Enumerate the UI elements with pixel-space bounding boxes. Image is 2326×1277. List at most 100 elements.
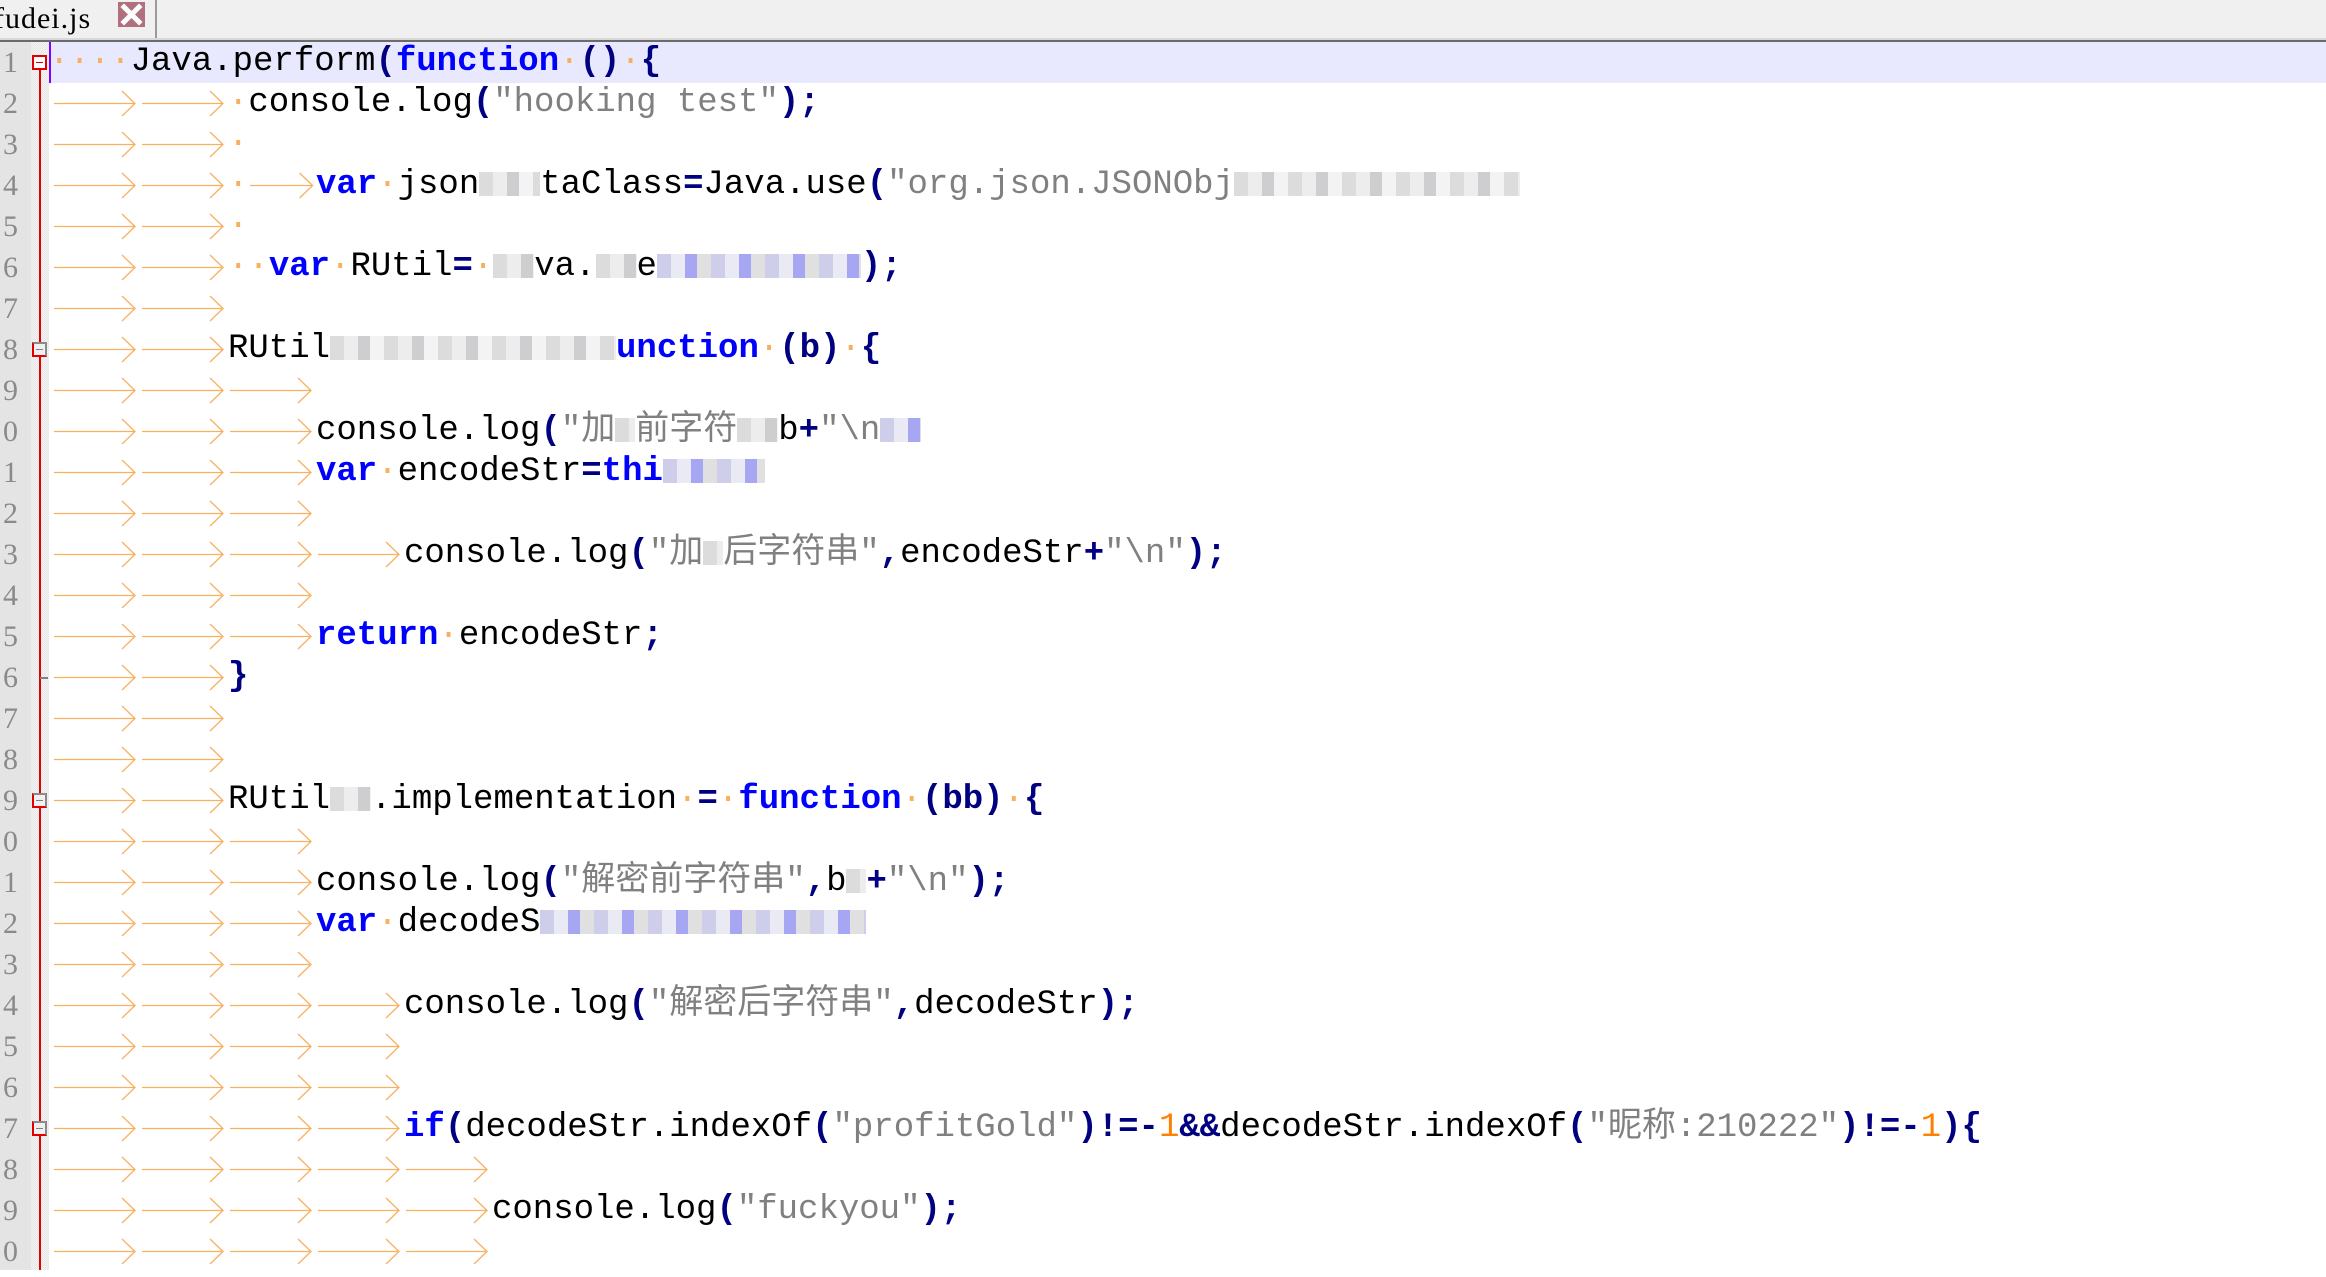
code-line[interactable]	[49, 288, 2326, 329]
code-line[interactable]	[49, 1231, 2326, 1272]
tab-marker-icon	[52, 862, 138, 903]
tab-marker-icon	[52, 247, 138, 288]
code-line[interactable]: · var·json taClass=Java.use("org.json.JSON…	[49, 165, 2326, 206]
line-number: 3	[3, 128, 18, 161]
operator: =	[452, 248, 473, 286]
code-line[interactable]: console.log("加 后字符串",encodeStr+"\n");	[49, 534, 2326, 575]
tab-marker-icon	[52, 83, 138, 124]
fold-collapse-icon[interactable]	[32, 1121, 47, 1136]
tab-marker-icon	[228, 534, 314, 575]
tab-marker-icon	[52, 698, 138, 739]
code-line[interactable]	[49, 1067, 2326, 1108]
tab-marker-icon	[228, 575, 314, 616]
fold-collapse-icon[interactable]	[32, 793, 47, 808]
tab-marker-icon	[140, 165, 226, 206]
code-line[interactable]: }	[49, 657, 2326, 698]
line-number: 3	[3, 538, 18, 571]
tab-marker-icon	[228, 452, 314, 493]
tab-marker-icon	[228, 944, 314, 985]
code-line[interactable]	[49, 575, 2326, 616]
tab-marker-icon	[404, 1149, 490, 1190]
code-line[interactable]: console.log("加 前字符 b+"\n	[49, 411, 2326, 452]
identifier: ·decodeS	[377, 904, 541, 942]
code-text: console.log("加 后字符串",encodeStr+"\n");	[404, 534, 1227, 575]
code-text: if(decodeStr.indexOf("profitGold")!=-1&&…	[404, 1108, 1982, 1149]
redacted-region	[330, 336, 617, 361]
operator: (b)	[779, 330, 841, 368]
code-text: console.log("加 前字符 b+"\n	[316, 411, 922, 452]
code-line[interactable]: if(decodeStr.indexOf("profitGold")!=-1&&…	[49, 1108, 2326, 1149]
operator: ;	[642, 617, 663, 655]
code-line[interactable]: ····Java.perform(function·()·{	[49, 42, 2326, 83]
space-marker: ·	[228, 207, 249, 245]
code-line[interactable]: var·encodeStr=thi	[49, 452, 2326, 493]
code-line[interactable]	[49, 493, 2326, 534]
operator: );	[778, 84, 820, 122]
identifier: encodeStr	[900, 535, 1084, 573]
code-line[interactable]: RUtil unction·(b)·{	[49, 329, 2326, 370]
code-line[interactable]	[49, 944, 2326, 985]
code-line[interactable]	[49, 1026, 2326, 1067]
redacted-region	[662, 459, 765, 484]
code-line[interactable]: ·	[49, 124, 2326, 165]
code-line[interactable]: console.log("fuckyou");	[49, 1190, 2326, 1231]
fold-collapse-icon[interactable]	[32, 342, 47, 357]
code-line[interactable]	[49, 1149, 2326, 1190]
code-line[interactable]: console.log("解密前字符串",b +"\n");	[49, 862, 2326, 903]
code-line[interactable]: RUtil .implementation·=·function·(bb)·{	[49, 780, 2326, 821]
tab-file[interactable]: fudei.js	[0, 0, 157, 40]
operator: (	[716, 1191, 737, 1229]
code-line[interactable]: ·console.log("hooking test");	[49, 83, 2326, 124]
identifier: ·RUtil	[330, 248, 453, 286]
identifier: ·	[717, 781, 739, 819]
code-line[interactable]: ··var·RUtil=· va. e);	[49, 247, 2326, 288]
close-icon[interactable]	[118, 2, 145, 27]
identifier: console.log	[492, 1191, 717, 1229]
tab-marker-icon	[52, 575, 138, 616]
code-line[interactable]: console.log("解密后字符串",decodeStr);	[49, 985, 2326, 1026]
tab-marker-icon	[52, 411, 138, 452]
code-line[interactable]	[49, 739, 2326, 780]
string-literal: "\n"	[886, 863, 969, 901]
tab-marker-icon	[140, 780, 226, 821]
identifier: b	[826, 863, 847, 901]
operator: );	[1097, 986, 1139, 1024]
identifier: Java.perform	[130, 43, 376, 81]
tab-marker-icon	[140, 575, 226, 616]
string-literal: "\n"	[1104, 535, 1186, 573]
identifier: va.	[534, 248, 596, 286]
tab-marker-icon	[228, 1190, 314, 1231]
code-line[interactable]	[49, 698, 2326, 739]
tab-marker-icon	[316, 1149, 402, 1190]
code-line[interactable]: ·	[49, 206, 2326, 247]
redacted-region	[1233, 172, 1520, 197]
keyword: thi	[601, 453, 663, 491]
code-line[interactable]	[49, 370, 2326, 411]
tab-marker-icon	[52, 370, 138, 411]
keyword: var	[316, 453, 378, 491]
tab-marker-icon	[52, 616, 138, 657]
line-number: 4	[3, 169, 18, 202]
operator: (	[472, 84, 494, 122]
tab-marker-icon	[316, 1190, 402, 1231]
tab-marker-icon	[140, 493, 226, 534]
string-literal: "昵称:210222"	[1587, 1109, 1840, 1147]
line-number: 9	[3, 784, 18, 817]
operator: ,	[893, 986, 915, 1024]
keyword: unction	[616, 330, 759, 368]
line-number: 5	[3, 1030, 18, 1063]
line-number: 0	[3, 825, 18, 858]
operator: ()	[579, 43, 621, 81]
fold-collapse-icon[interactable]	[32, 55, 47, 70]
code-line[interactable]: return·encodeStr;	[49, 616, 2326, 657]
code-editor[interactable]: ····Java.perform(function·()·{·console.l…	[49, 42, 2326, 1270]
code-line[interactable]	[49, 821, 2326, 862]
identifier: b	[778, 412, 799, 450]
tab-marker-icon	[316, 1067, 402, 1108]
line-number-gutter: 1 2 3 4 5 6 7 8 9 0 1 2 3 4 5 6 7 8 9 0 1 2 3 4 5 6 7 8 9 0	[0, 42, 31, 1270]
code-line[interactable]: var·decodeS	[49, 903, 2326, 944]
operator: )!=-	[1839, 1109, 1921, 1147]
tab-marker-icon	[228, 493, 314, 534]
operator: );	[920, 1191, 962, 1229]
line-number: 6	[3, 251, 18, 284]
